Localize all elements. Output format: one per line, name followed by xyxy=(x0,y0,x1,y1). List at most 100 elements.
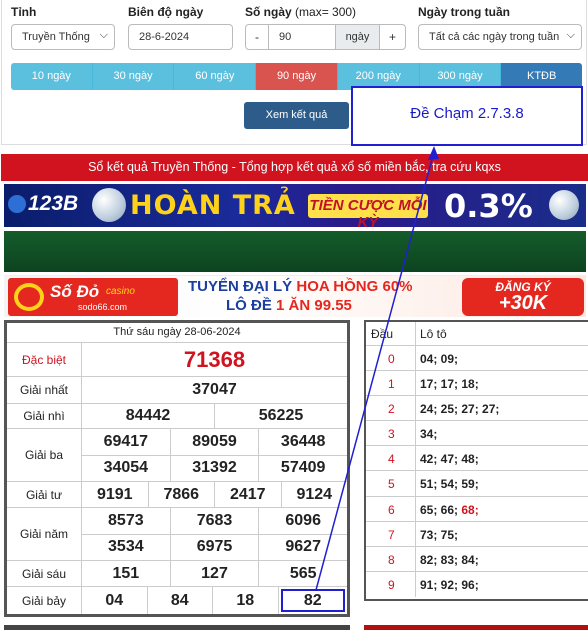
loto-tail-label: Lô tô xyxy=(420,327,447,341)
table-row: Giải năm 8573 7683 6096 3534 6975 9627 xyxy=(7,508,347,561)
prize-name: Đặc biệt xyxy=(7,343,82,376)
prize-value: 56225 xyxy=(258,407,304,424)
prize-value: 127 xyxy=(171,561,260,586)
banner-headline: HOÀN TRẢ xyxy=(130,190,296,221)
table-row: Giải nhất 37047 xyxy=(7,377,347,404)
page-title: Sổ kết quả Truyền Thống - Tổng hợp kết q… xyxy=(1,154,588,181)
range-10-button[interactable]: 10 ngày xyxy=(11,63,93,90)
brand-logo: 123B xyxy=(8,192,78,216)
banner-subheadline: TIỀN CƯỢC MỖI KỲ xyxy=(308,194,428,227)
loto-row: 1 17; 17; 18; xyxy=(366,371,588,397)
prize-value: 18 xyxy=(213,587,279,614)
results-date: Thứ sáu ngày 28-06-2024 xyxy=(7,323,347,343)
highlighted-prize-value: 82 xyxy=(280,589,345,612)
prize-name: Giải nhì xyxy=(7,404,82,428)
prize-value: 3534 xyxy=(82,534,171,560)
prize-name: Giải năm xyxy=(7,508,82,560)
prize-value: 151 xyxy=(82,561,171,586)
prize-value: 57409 xyxy=(280,459,326,477)
days-unit: ngày xyxy=(335,24,380,50)
prize-value: 9124 xyxy=(296,485,333,503)
banner-line-2: LÔ ĐỀ 1 ĂN 99.55 xyxy=(226,297,352,314)
brand-name: 123B xyxy=(28,192,79,215)
page: Tỉnh Truyền Thống ⌵ Biên độ ngày 28-6-20… xyxy=(0,0,588,630)
ad-banner-green[interactable] xyxy=(4,231,586,272)
view-results-button[interactable]: Xem kết quả xyxy=(244,102,349,129)
loto-row: 2 24; 25; 27; 27; xyxy=(366,396,588,422)
divider xyxy=(364,625,588,630)
register-button[interactable]: ĐĂNG KÝ +30K xyxy=(462,278,584,316)
days-label-text: Số ngày xyxy=(245,5,292,19)
prize-name: Giải bảy xyxy=(7,587,82,614)
date-label: Biên độ ngày xyxy=(128,5,204,19)
table-row: Đặc biệt 71368 xyxy=(7,343,347,377)
table-row: Giải ba 69417 89059 36448 34054 31392 57… xyxy=(7,429,347,482)
table-row: Giải sáu 151 127 565 xyxy=(7,561,347,587)
loto-head-label: Đầu xyxy=(366,322,416,345)
prize-value: 7683 xyxy=(171,508,260,534)
brand-name: Số Đỏ xyxy=(50,282,100,301)
prize-value: 6975 xyxy=(171,534,260,560)
loto-row: 6 65; 66; 68; xyxy=(366,496,588,522)
prize-value: 69417 xyxy=(82,429,171,455)
days-minus-button[interactable]: - xyxy=(245,24,269,50)
date-input[interactable]: 28-6-2024 xyxy=(128,24,233,50)
prize-name: Giải sáu xyxy=(7,561,82,586)
prize-value: 8573 xyxy=(82,508,171,534)
prize-value: 71368 xyxy=(183,346,246,372)
banner-rate: 0.3% xyxy=(444,187,533,225)
loto-row: 8 82; 83; 84; xyxy=(366,546,588,572)
province-value: Truyền Thống xyxy=(22,31,90,43)
ad-banner-123b[interactable]: 123B HOÀN TRẢ TIỀN CƯỢC MỖI KỲ 0.3% xyxy=(4,184,586,227)
chevron-down-icon: ⌵ xyxy=(99,29,108,41)
brand-tag: casino xyxy=(106,286,135,297)
lottery-ball-icon xyxy=(92,188,126,222)
results-table: Thứ sáu ngày 28-06-2024 Đặc biệt 71368 G… xyxy=(4,320,350,617)
prize-value: 89059 xyxy=(171,429,260,455)
ad-banner-sodo[interactable]: Số Đỏ casino sodo66.com TUYỂN ĐẠI LÝ HOA… xyxy=(4,275,586,317)
chevron-down-icon: ⌵ xyxy=(563,29,575,42)
brand-site: sodo66.com xyxy=(78,302,128,312)
coin-icon xyxy=(14,283,44,311)
table-row: Giải tư 9191 7866 2417 9124 xyxy=(7,482,347,508)
prize-value: 37047 xyxy=(192,381,237,398)
annotation-box: Đề Chạm 2.7.3.8 xyxy=(351,86,583,146)
prize-value: 84 xyxy=(148,587,213,614)
prize-value: 36448 xyxy=(280,432,326,450)
province-label: Tỉnh xyxy=(11,5,37,19)
days-plus-button[interactable]: + xyxy=(379,24,406,50)
prize-value-cell: 82 xyxy=(279,587,348,614)
prize-name: Giải tư xyxy=(7,482,82,507)
brand-logo: Số Đỏ casino sodo66.com xyxy=(8,278,178,316)
loto-table: Đầu Lô tô 0 04; 09; 1 17; 17; 18; 2 24; 25;… xyxy=(364,320,588,601)
loto-row: 0 04; 09; xyxy=(366,346,588,372)
loto-row: 3 34; xyxy=(366,421,588,447)
prize-value: 2417 xyxy=(215,482,282,507)
prize-value: 04 xyxy=(82,587,148,614)
range-30-button[interactable]: 30 ngày xyxy=(92,63,175,90)
prize-value: 9191 xyxy=(82,482,149,507)
prize-value: 84442 xyxy=(82,404,215,428)
days-label: Số ngày (max= 300) xyxy=(245,5,356,19)
weekday-value: Tất cả các ngày trong tuần xyxy=(429,31,560,43)
loto-row: 4 42; 47; 48; xyxy=(366,446,588,472)
special-loto-value: 68; xyxy=(461,502,479,517)
province-select[interactable]: Truyền Thống ⌵ xyxy=(11,24,115,50)
loto-row: 5 51; 54; 59; xyxy=(366,471,588,497)
prize-name: Giải ba xyxy=(7,429,82,481)
loto-row: 7 73; 75; xyxy=(366,521,588,547)
prize-value: 9627 xyxy=(285,538,321,556)
prize-value: 6096 xyxy=(285,511,321,529)
loto-header: Đầu Lô tô xyxy=(366,322,588,346)
weekday-label: Ngày trong tuần xyxy=(418,5,510,19)
table-row: Giải nhì 84442 56225 xyxy=(7,404,347,429)
table-row: Giải bảy 04 84 18 82 xyxy=(7,587,347,614)
divider xyxy=(4,625,350,630)
weekday-select[interactable]: Tất cả các ngày trong tuần ⌵ xyxy=(418,24,582,50)
range-60-button[interactable]: 60 ngày xyxy=(174,63,257,90)
days-input[interactable]: 90 xyxy=(268,24,336,50)
lottery-ball-icon xyxy=(549,190,579,220)
prize-name: Giải nhất xyxy=(7,377,82,403)
banner-line-1: TUYỂN ĐẠI LÝ HOA HỒNG 60% xyxy=(188,278,413,295)
range-90-button[interactable]: 90 ngày xyxy=(256,63,338,90)
